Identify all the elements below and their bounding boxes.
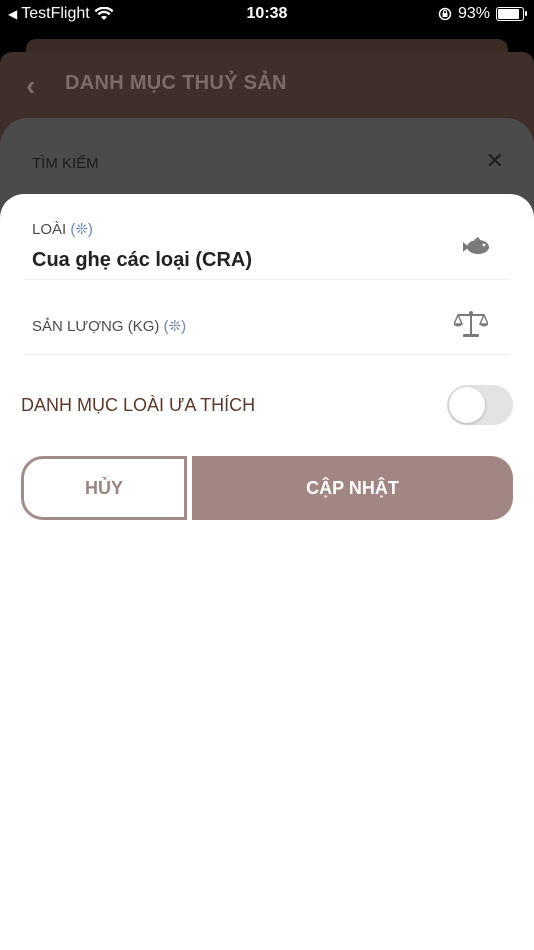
species-field[interactable]: LOÀI (❊) Cua ghẹ các loại (CRA)	[24, 206, 510, 280]
page-title: DANH MỤC THUỶ SẢN	[65, 72, 287, 94]
search-sheet-title: TÌM KIẾM	[32, 155, 99, 172]
favorite-species-label: DANH MỤC LOÀI ƯA THÍCH	[21, 395, 256, 415]
back-chevron-icon[interactable]: ‹	[26, 70, 35, 102]
favorite-species-toggle[interactable]	[447, 385, 513, 425]
battery-percent: 93%	[457, 5, 490, 22]
status-right: 93%	[438, 5, 527, 23]
update-button[interactable]: CẬP NHẬT	[192, 456, 513, 520]
fish-icon	[463, 237, 489, 254]
quantity-label: SẢN LƯỢNG (KG) (❊)	[32, 317, 186, 335]
scale-icon	[454, 311, 488, 337]
close-icon[interactable]: ✕	[486, 148, 504, 174]
cancel-button[interactable]: HỦY	[21, 456, 187, 520]
quantity-field[interactable]: SẢN LƯỢNG (KG) (❊)	[24, 280, 510, 355]
required-mark: (❊)	[70, 221, 93, 238]
species-label: LOÀI (❊)	[32, 220, 93, 238]
species-value: Cua ghẹ các loại (CRA)	[32, 249, 253, 271]
quantity-label-text: SẢN LƯỢNG (KG)	[32, 318, 160, 335]
toggle-knob	[449, 387, 485, 423]
required-mark: (❊)	[163, 318, 187, 335]
battery-icon	[496, 7, 527, 21]
species-label-text: LOÀI	[32, 221, 67, 238]
rotation-lock-icon	[438, 7, 452, 21]
status-bar: ◀ TestFlight 10:38 93%	[0, 0, 534, 28]
